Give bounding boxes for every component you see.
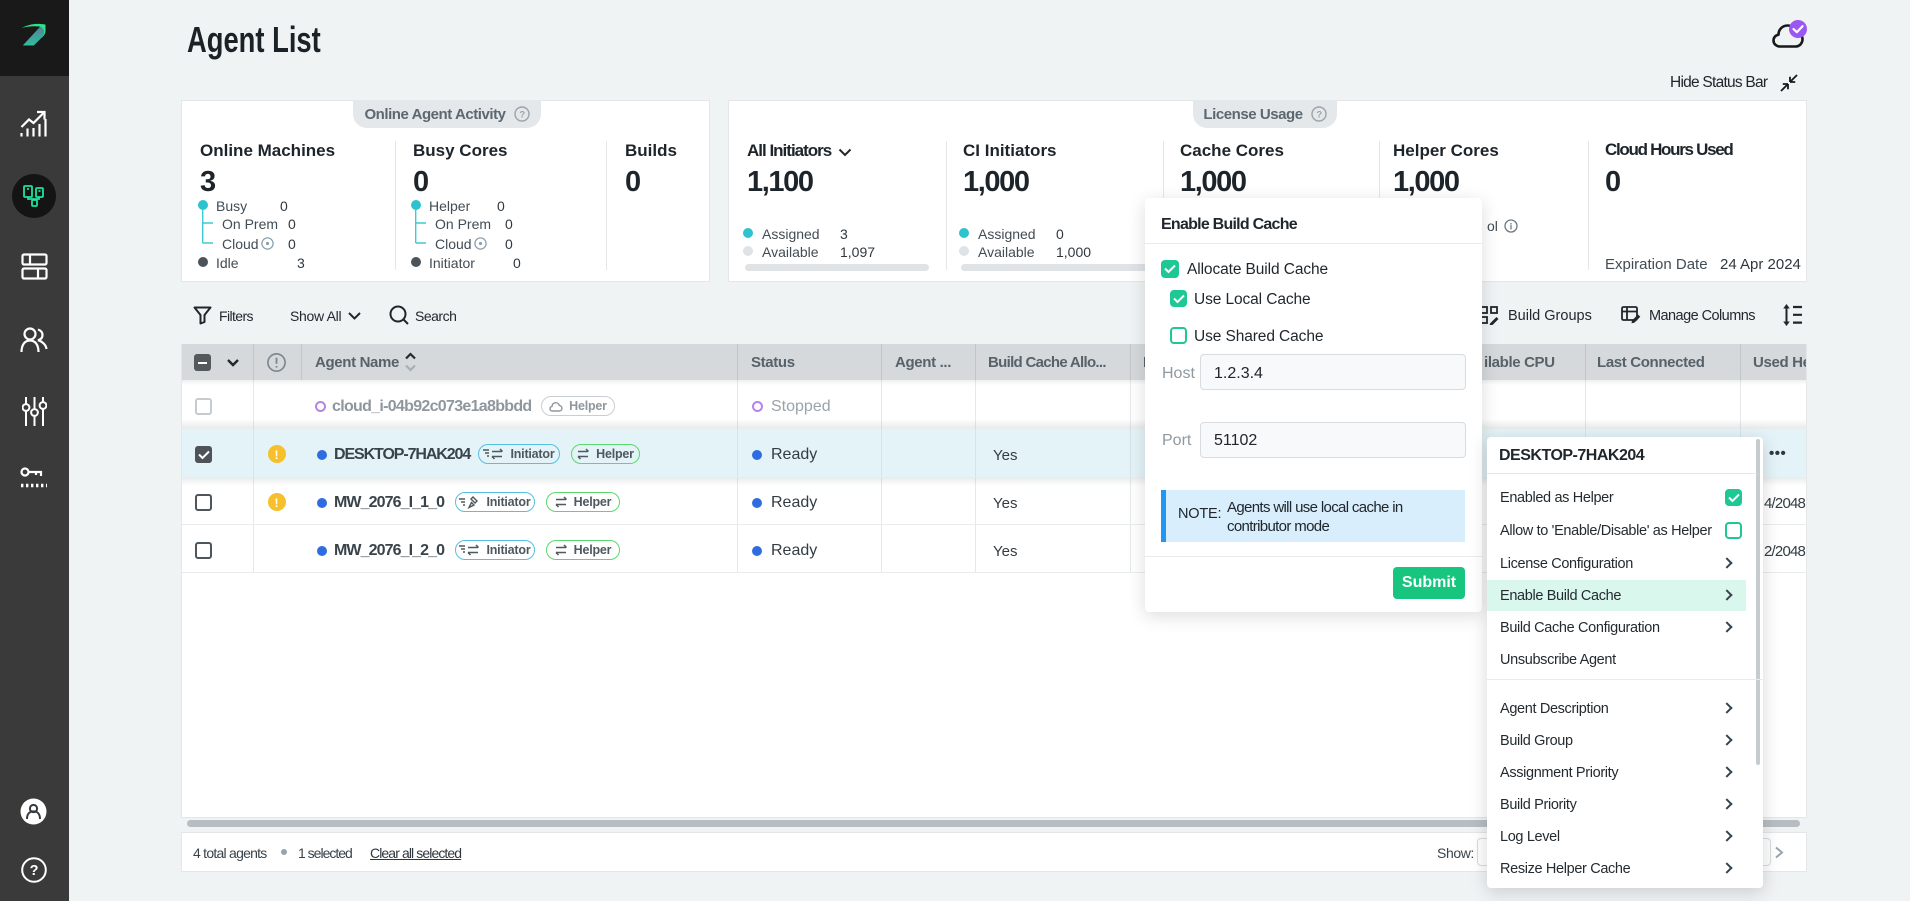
svg-text:i: i (1510, 222, 1513, 232)
svg-text:?: ? (1316, 110, 1322, 121)
svg-text:?: ? (30, 863, 39, 879)
svg-text:?: ? (519, 110, 525, 121)
